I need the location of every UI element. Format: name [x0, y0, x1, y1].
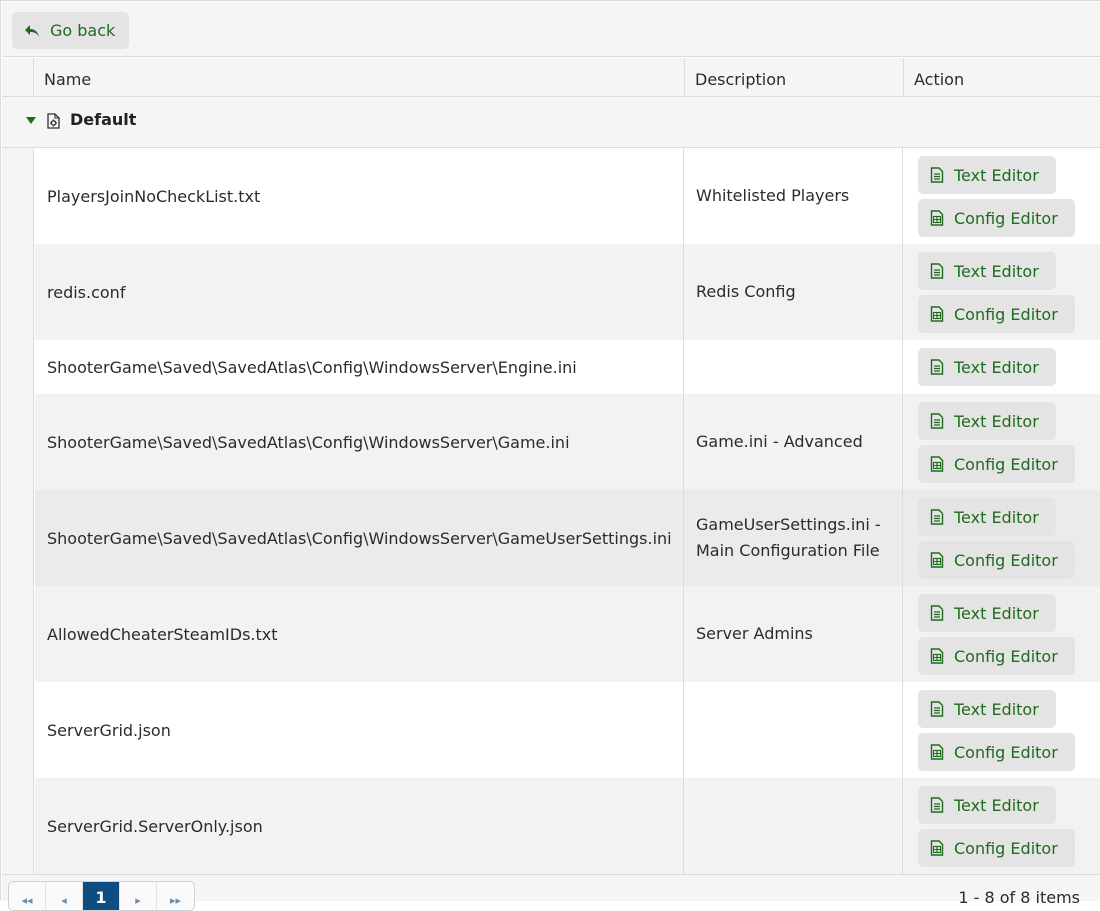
prev-page-icon[interactable]: ◂	[46, 882, 83, 910]
table-row: ShooterGame\Saved\SavedAtlas\Config\Wind…	[35, 340, 1100, 394]
table-row: ServerGrid.json Text Editor Config Edito…	[35, 682, 1100, 778]
page-number-button[interactable]: 1	[83, 882, 120, 910]
text-editor-button[interactable]: Text Editor	[918, 252, 1056, 290]
config-editor-button[interactable]: Config Editor	[918, 295, 1075, 333]
next-page-icon[interactable]: ▸	[120, 882, 157, 910]
spreadsheet-icon	[930, 648, 944, 664]
file-description: Whitelisted Players	[696, 186, 850, 205]
document-icon	[930, 701, 944, 717]
file-name: ServerGrid.json	[47, 720, 171, 740]
file-description: Redis Config	[696, 282, 796, 301]
file-name: ShooterGame\Saved\SavedAtlas\Config\Wind…	[47, 432, 570, 452]
file-rows: PlayersJoinNoCheckList.txt Whitelisted P…	[35, 148, 1100, 874]
document-icon	[930, 359, 944, 375]
table-header: Name Description Action	[2, 58, 1100, 97]
text-editor-button[interactable]: Text Editor	[918, 594, 1056, 632]
file-list-panel: Go back Name Description Action Default …	[0, 0, 1100, 911]
config-editor-button[interactable]: Config Editor	[918, 637, 1075, 675]
file-description: Game.ini - Advanced	[696, 432, 863, 451]
collapse-caret-icon[interactable]	[26, 117, 36, 124]
config-editor-button[interactable]: Config Editor	[918, 541, 1075, 579]
toolbar: Go back	[2, 2, 1100, 57]
table-row: redis.conf Redis Config Text Editor Conf…	[35, 244, 1100, 340]
spreadsheet-icon	[930, 840, 944, 856]
pager-info: 1 - 8 of 8 items	[958, 888, 1080, 907]
spreadsheet-icon	[930, 552, 944, 568]
file-description: GameUserSettings.ini - Main Configuratio…	[696, 515, 881, 560]
text-editor-button[interactable]: Text Editor	[918, 786, 1056, 824]
file-description	[696, 682, 896, 778]
spreadsheet-icon	[930, 210, 944, 226]
file-name: PlayersJoinNoCheckList.txt	[47, 186, 261, 206]
file-name: redis.conf	[47, 282, 126, 302]
file-name: ShooterGame\Saved\SavedAtlas\Config\Wind…	[47, 357, 577, 377]
document-icon	[930, 605, 944, 621]
config-editor-button[interactable]: Config Editor	[918, 733, 1075, 771]
file-name: AllowedCheaterSteamIDs.txt	[47, 624, 278, 644]
group-row-default: Default	[2, 97, 1100, 148]
file-description	[696, 340, 896, 394]
table-row: PlayersJoinNoCheckList.txt Whitelisted P…	[35, 148, 1100, 244]
config-editor-button[interactable]: Config Editor	[918, 829, 1075, 867]
document-icon	[930, 413, 944, 429]
file-name: ServerGrid.ServerOnly.json	[47, 816, 263, 836]
pager-buttons: ◂◂ ◂ 1 ▸ ▸▸	[8, 881, 195, 911]
group-title: Default	[70, 110, 137, 129]
go-back-label: Go back	[50, 21, 116, 40]
first-page-icon[interactable]: ◂◂	[9, 882, 46, 910]
file-description	[696, 778, 896, 874]
column-header-name[interactable]: Name	[34, 58, 91, 97]
file-name: ShooterGame\Saved\SavedAtlas\Config\Wind…	[47, 528, 672, 548]
table-row: AllowedCheaterSteamIDs.txt Server Admins…	[35, 586, 1100, 682]
table-row: ShooterGame\Saved\SavedAtlas\Config\Wind…	[35, 394, 1100, 490]
text-editor-button[interactable]: Text Editor	[918, 498, 1056, 536]
last-page-icon[interactable]: ▸▸	[157, 882, 194, 910]
back-arrow-icon	[25, 24, 39, 37]
column-header-description[interactable]: Description	[685, 58, 786, 97]
text-editor-button[interactable]: Text Editor	[918, 402, 1056, 440]
document-icon	[930, 167, 944, 183]
text-editor-button[interactable]: Text Editor	[918, 156, 1056, 194]
group-indent-gutter	[2, 148, 34, 874]
text-editor-button[interactable]: Text Editor	[918, 690, 1056, 728]
document-icon	[930, 509, 944, 525]
config-editor-button[interactable]: Config Editor	[918, 199, 1075, 237]
spreadsheet-icon	[930, 456, 944, 472]
settings-file-icon	[47, 113, 60, 129]
document-icon	[930, 263, 944, 279]
document-icon	[930, 797, 944, 813]
go-back-button[interactable]: Go back	[12, 12, 130, 49]
column-header-action[interactable]: Action	[904, 58, 964, 97]
text-editor-button[interactable]: Text Editor	[918, 348, 1056, 386]
config-editor-button[interactable]: Config Editor	[918, 445, 1075, 483]
table-row: ServerGrid.ServerOnly.json Text Editor C…	[35, 778, 1100, 874]
file-description: Server Admins	[696, 624, 813, 643]
table-row: ShooterGame\Saved\SavedAtlas\Config\Wind…	[35, 490, 1100, 586]
pager: ◂◂ ◂ 1 ▸ ▸▸ 1 - 8 of 8 items	[2, 874, 1100, 911]
spreadsheet-icon	[930, 744, 944, 760]
spreadsheet-icon	[930, 306, 944, 322]
